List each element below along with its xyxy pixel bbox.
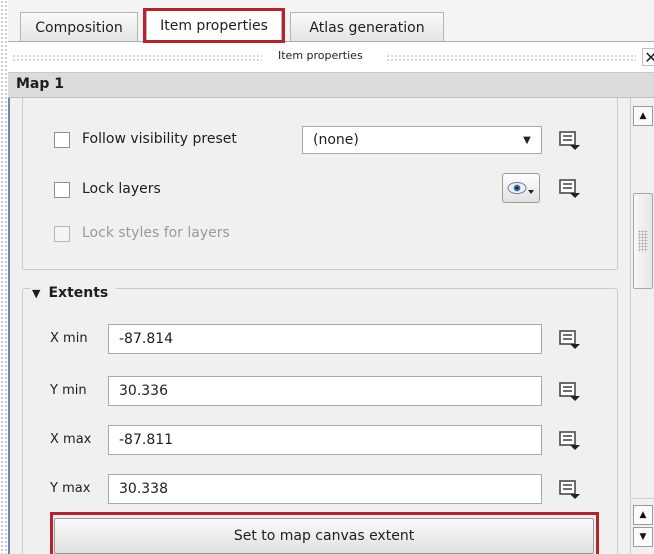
data-defined-override-icon[interactable] [556, 326, 582, 352]
xmax-field[interactable]: -87.811 [108, 425, 542, 455]
ymin-value: 30.336 [119, 383, 168, 399]
outer-vertical-scrollbar[interactable]: ▲ ▼ [630, 498, 654, 554]
item-title: Map 1 [16, 76, 65, 92]
button-highlight-annotation [50, 512, 599, 554]
ymax-value: 30.338 [119, 481, 168, 497]
panel-title-bar[interactable]: Item properties ✕ [8, 44, 654, 72]
scroll-up-arrow-icon[interactable]: ▲ [633, 106, 653, 126]
data-defined-override-icon[interactable] [556, 427, 582, 453]
extents-group-header[interactable]: ▼ Extents [30, 282, 117, 304]
close-icon[interactable]: ✕ [642, 48, 654, 67]
data-defined-override-icon[interactable] [556, 476, 582, 502]
eye-icon[interactable] [502, 173, 540, 203]
item-header: Map 1 [8, 72, 654, 98]
data-defined-override-icon[interactable] [556, 175, 582, 201]
xmax-label: X max [50, 432, 92, 447]
tab-atlas-generation-label: Atlas generation [309, 19, 425, 36]
visibility-preset-value: (none) [313, 132, 359, 148]
tab-atlas-generation[interactable]: Atlas generation [290, 12, 444, 42]
xmin-value: -87.814 [119, 331, 174, 347]
tab-bar-divider [8, 41, 654, 42]
lock-styles-label: Lock styles for layers [82, 225, 230, 241]
scrollbar-thumb[interactable] [633, 193, 653, 289]
properties-scroll-area[interactable]: Follow visibility preset (none) ▼ Lock l… [8, 98, 630, 554]
vertical-scrollbar[interactable]: ▲ [630, 98, 654, 498]
scroll-down-arrow-icon[interactable]: ▼ [633, 527, 653, 547]
data-defined-override-icon[interactable] [556, 127, 582, 153]
tab-highlight-annotation [143, 8, 285, 43]
tab-composition-label: Composition [35, 19, 123, 36]
extents-title: Extents [48, 285, 109, 301]
xmin-label: X min [50, 331, 88, 346]
chevron-down-icon: ▼ [523, 134, 531, 146]
scroll-up-arrow-icon[interactable]: ▲ [633, 505, 653, 525]
scrollbar-grip [638, 230, 648, 252]
panel-grip-left [12, 54, 262, 61]
ymax-label: Y max [50, 481, 91, 496]
follow-visibility-preset-label: Follow visibility preset [82, 131, 237, 147]
lock-layers-checkbox[interactable] [54, 182, 70, 198]
xmax-value: -87.811 [119, 432, 174, 448]
visibility-preset-combo[interactable]: (none) ▼ [302, 126, 542, 154]
ymin-label: Y min [50, 383, 87, 398]
tab-composition[interactable]: Composition [20, 12, 138, 42]
ymin-field[interactable]: 30.336 [108, 376, 542, 406]
triangle-down-icon: ▼ [32, 286, 41, 300]
follow-visibility-preset-checkbox[interactable] [54, 132, 70, 148]
panel-grip-right [386, 54, 636, 61]
lock-layers-label: Lock layers [82, 181, 161, 197]
data-defined-override-icon[interactable] [556, 378, 582, 404]
ymax-field[interactable]: 30.338 [108, 474, 542, 504]
lock-styles-checkbox[interactable] [54, 226, 70, 242]
dock-edge-grip [0, 0, 8, 554]
xmin-field[interactable]: -87.814 [108, 324, 542, 354]
panel-title: Item properties [278, 49, 363, 62]
